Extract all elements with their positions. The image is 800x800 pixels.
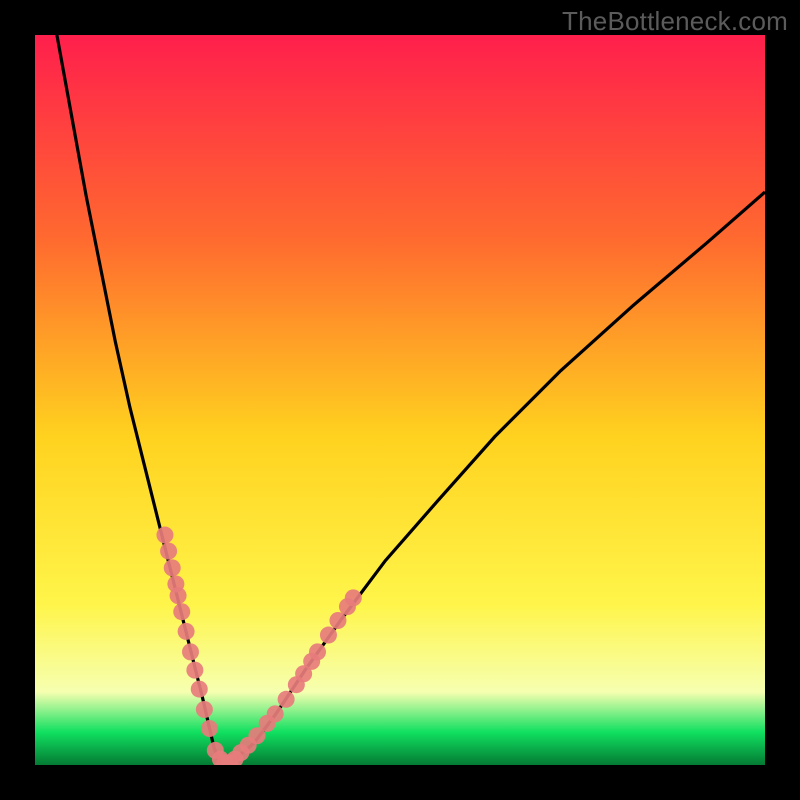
watermark-text: TheBottleneck.com — [562, 6, 788, 37]
data-point — [329, 612, 346, 629]
data-point — [186, 662, 203, 679]
data-point — [191, 681, 208, 698]
data-point — [170, 587, 187, 604]
curve-layer — [35, 35, 765, 765]
data-point — [178, 623, 195, 640]
data-point — [182, 643, 199, 660]
data-point — [309, 643, 326, 660]
plot-area — [35, 35, 765, 765]
data-point — [164, 559, 181, 576]
outer-frame: TheBottleneck.com — [0, 0, 800, 800]
data-point — [320, 627, 337, 644]
data-point — [201, 720, 218, 737]
data-point — [173, 603, 190, 620]
data-point — [345, 589, 362, 606]
data-point — [267, 705, 284, 722]
data-point — [232, 744, 249, 761]
bottleneck-curve — [57, 35, 765, 765]
data-point — [160, 543, 177, 560]
data-point — [278, 691, 295, 708]
data-point — [156, 527, 173, 544]
data-point — [196, 701, 213, 718]
data-points — [156, 527, 361, 765]
